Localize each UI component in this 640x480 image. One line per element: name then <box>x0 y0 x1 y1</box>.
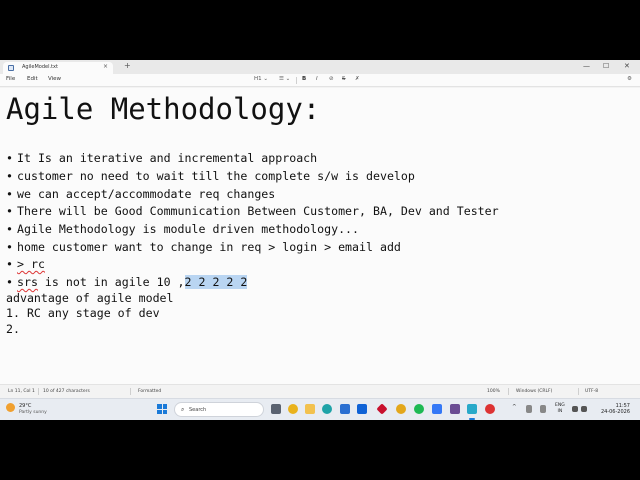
search-icon: ⌕ <box>181 406 185 413</box>
task-view-icon[interactable] <box>271 404 281 414</box>
file-explorer-icon[interactable] <box>305 404 315 414</box>
settings-gear-icon[interactable]: ⚙ <box>627 76 632 82</box>
list-item: • we can accept/accommodate req changes <box>6 187 275 201</box>
strikethrough-button[interactable]: S <box>342 76 346 82</box>
menu-edit[interactable]: Edit <box>27 76 38 82</box>
weather-description[interactable]: Partly sunny <box>19 410 47 415</box>
status-divider <box>130 388 131 395</box>
active-app-indicator <box>469 418 475 420</box>
list-item-text: There will be Good Communication Between… <box>17 204 499 218</box>
weather-sun-icon[interactable] <box>6 403 15 412</box>
misspelled-word: srs <box>17 275 38 289</box>
list-item-text: is not in agile 10 , <box>37 275 185 289</box>
onedrive-icon[interactable] <box>540 405 546 413</box>
weather-temperature[interactable]: 29°C <box>19 403 31 409</box>
desktop-screen: AgileModel.txt × + — ☐ ✕ File Edit View … <box>0 60 640 420</box>
maximize-button[interactable]: ☐ <box>603 62 609 70</box>
cursor-position: Ln 11, Col 1 <box>8 389 35 394</box>
tab-agilemodel[interactable]: AgileModel.txt × <box>3 62 113 74</box>
taskbar: 29°C Partly sunny ⌕ Search ^ ENG IN 11:5… <box>0 398 640 420</box>
bold-button[interactable]: B <box>302 76 306 82</box>
bullet: • <box>6 257 13 271</box>
text-line: 1. RC any stage of dev <box>6 306 160 320</box>
list-item: • srs is not in agile 10 ,2 2 2 2 2 <box>6 275 248 289</box>
bullet: • <box>6 222 13 236</box>
toolbar-divider <box>296 77 297 84</box>
format-status[interactable]: Formatted <box>138 389 161 394</box>
bullet: • <box>6 240 13 254</box>
search-label: Search <box>189 407 207 413</box>
title-bar: AgileModel.txt × + — ☐ ✕ <box>0 60 640 74</box>
menu-file[interactable]: File <box>6 76 15 82</box>
bullet: • <box>6 169 13 183</box>
text-line: advantage of agile model <box>6 291 174 305</box>
list-item-text: > rc <box>17 257 45 271</box>
italic-button[interactable]: I <box>316 76 318 82</box>
list-item: • There will be Good Communication Betwee… <box>6 204 499 218</box>
status-divider <box>578 388 579 395</box>
close-button[interactable]: ✕ <box>624 62 630 70</box>
volume-icon[interactable] <box>581 406 587 412</box>
app-diamond-icon[interactable] <box>376 403 388 415</box>
list-item-text: customer no need to wait till the comple… <box>17 169 415 183</box>
list-item-text: Agile Methodology is module driven metho… <box>17 222 360 236</box>
chrome-profile-icon[interactable] <box>396 404 406 414</box>
list-item-text: home customer want to change in req > lo… <box>17 240 401 254</box>
zoom-level[interactable]: 100% <box>487 389 500 394</box>
cloud-icon[interactable] <box>526 405 532 413</box>
status-bar: Ln 11, Col 1 10 of 427 characters Format… <box>0 384 640 398</box>
notepad-taskbar-icon[interactable] <box>467 404 477 414</box>
edge-icon[interactable] <box>322 404 332 414</box>
status-divider <box>38 388 39 395</box>
bullet: • <box>6 151 13 165</box>
system-clock[interactable]: 11:57 24-06-2026 <box>590 403 630 415</box>
list-item: • customer no need to wait till the compl… <box>6 169 415 183</box>
list-item: • > rc <box>6 257 45 271</box>
region-code: IN <box>557 409 563 414</box>
menu-view[interactable]: View <box>48 76 61 82</box>
text-editor[interactable]: Agile Methodology: • It Is an iterative a… <box>0 88 640 384</box>
line-ending[interactable]: Windows (CRLF) <box>516 389 552 394</box>
status-divider <box>508 388 509 395</box>
character-count: 10 of 427 characters <box>43 389 90 394</box>
list-dropdown[interactable]: ☰ ⌄ <box>279 76 290 82</box>
encoding[interactable]: UTF-8 <box>585 389 598 394</box>
screen-recorder-icon[interactable] <box>485 404 495 414</box>
list-item: • It Is an iterative and incremental appr… <box>6 151 317 165</box>
new-tab-button[interactable]: + <box>124 62 131 70</box>
app-icon[interactable] <box>450 404 460 414</box>
windows-start-icon[interactable] <box>157 404 167 414</box>
tab-close-icon[interactable]: × <box>103 63 108 70</box>
dropbox-icon[interactable] <box>357 404 367 414</box>
list-item: • home customer want to change in req > l… <box>6 240 401 254</box>
text-line: 2. <box>6 322 20 336</box>
menu-bar: File Edit View H1 ⌄ ☰ ⌄ B I ⊘ S ✗ ⚙ <box>0 74 640 87</box>
bullet: • <box>6 187 13 201</box>
list-item-text: It Is an iterative and incremental appro… <box>17 151 318 165</box>
notepad-icon <box>8 65 14 71</box>
bullet: • <box>6 275 13 289</box>
clock-date: 24-06-2026 <box>600 409 630 415</box>
taskbar-search[interactable]: ⌕ Search <box>174 402 264 417</box>
list-item: • Agile Methodology is module driven meth… <box>6 222 359 236</box>
wifi-icon[interactable] <box>572 406 578 412</box>
bullet: • <box>6 204 13 218</box>
outlook-icon[interactable] <box>340 404 350 414</box>
tray-chevron-icon[interactable]: ^ <box>512 404 517 410</box>
clear-format-icon[interactable]: ✗ <box>355 76 360 82</box>
tab-label: AgileModel.txt <box>22 64 58 70</box>
chrome-icon[interactable] <box>288 404 298 414</box>
heading-dropdown[interactable]: H1 ⌄ <box>254 76 268 82</box>
text-selection: 2 2 2 2 2 <box>184 275 248 289</box>
link-icon[interactable]: ⊘ <box>329 76 334 82</box>
minimize-button[interactable]: — <box>583 62 590 70</box>
language-indicator[interactable]: ENG IN <box>555 403 565 415</box>
spotify-icon[interactable] <box>414 404 424 414</box>
document-heading: Agile Methodology: <box>6 92 321 126</box>
app-icon[interactable] <box>432 404 442 414</box>
list-item-text: we can accept/accommodate req changes <box>17 187 276 201</box>
